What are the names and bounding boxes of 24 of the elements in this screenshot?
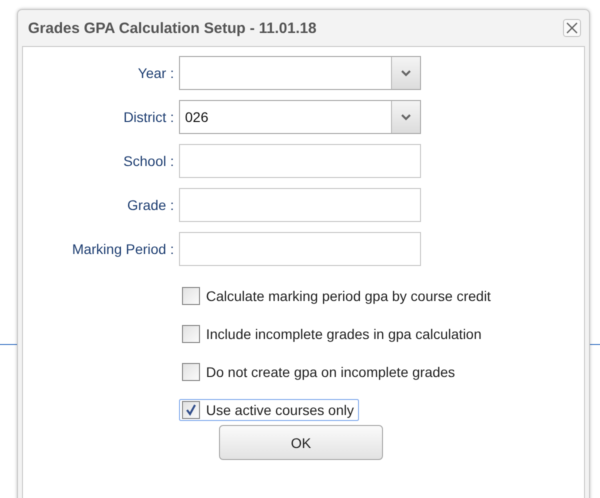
dialog-title: Grades GPA Calculation Setup - 11.01.18 (28, 20, 316, 36)
checkbox[interactable] (182, 363, 200, 381)
input-field[interactable] (179, 188, 421, 222)
dropdown-field[interactable]: 026 (179, 100, 421, 134)
close-icon (566, 22, 578, 34)
field-label: District : (122, 109, 175, 125)
field-label: School : (122, 153, 175, 169)
dropdown-field[interactable] (179, 56, 421, 90)
chevron-down-icon (401, 70, 411, 76)
input-field[interactable] (179, 144, 421, 178)
field-label: Year : (136, 65, 175, 81)
checkbox[interactable] (182, 401, 200, 419)
field-label: Marking Period : (71, 241, 175, 257)
checkbox[interactable] (182, 325, 200, 343)
input-field[interactable] (179, 232, 421, 266)
checkbox-option[interactable]: Use active courses only (179, 399, 359, 421)
checkbox-option[interactable]: Calculate marking period gpa by course credit (179, 285, 496, 307)
checkbox-option[interactable]: Do not create gpa on incomplete grades (179, 361, 460, 383)
checkbox[interactable] (182, 287, 200, 305)
close-button[interactable] (563, 19, 581, 37)
chevron-down-icon (401, 114, 411, 120)
ok-button[interactable]: OK (219, 425, 383, 460)
checkbox-option[interactable]: Include incomplete grades in gpa calculation (179, 323, 487, 345)
field-label: Grade : (126, 197, 175, 213)
